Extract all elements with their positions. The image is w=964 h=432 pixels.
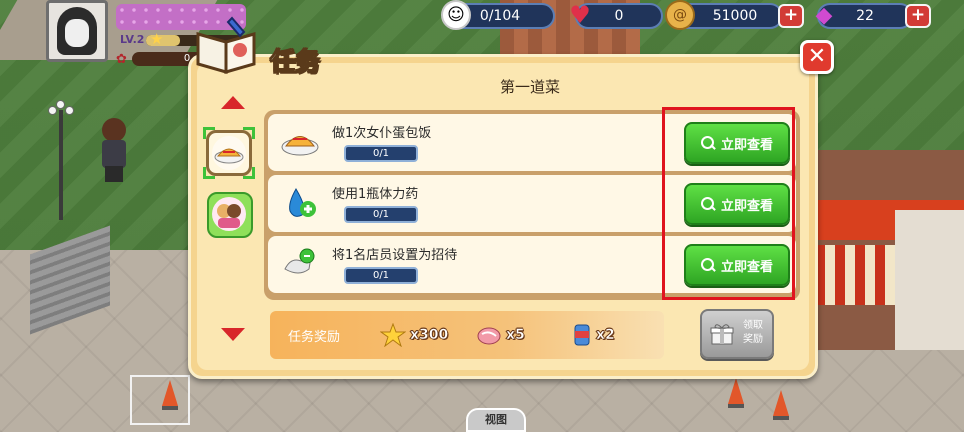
shop-building[interactable] xyxy=(815,150,964,350)
highlight-box xyxy=(662,107,795,300)
traffic-cone xyxy=(162,380,178,410)
category-tab-cooking[interactable] xyxy=(203,127,255,179)
reward-label: 任务奖励 xyxy=(288,330,341,345)
avatar[interactable] xyxy=(46,0,108,62)
task-progress: 0/1 xyxy=(344,145,418,162)
rose-icon: ✿ xyxy=(116,52,127,67)
star-icon xyxy=(380,323,406,347)
smiley-face-icon: ☺ xyxy=(441,0,471,30)
npc-character[interactable] xyxy=(96,118,130,182)
dialog-title: 任务 xyxy=(269,47,321,77)
meat-icon xyxy=(477,327,501,345)
gem-icon: ◆ xyxy=(815,2,833,28)
view-map-button[interactable]: 视图 xyxy=(466,408,526,432)
coin-icon: @ xyxy=(665,0,695,30)
heart-icon: ♥ xyxy=(569,1,591,29)
omelette-rice-icon xyxy=(212,136,246,170)
star-icon: ★ xyxy=(150,30,164,48)
task-label: 将1名店员设置为招待 xyxy=(332,248,458,263)
parking-mark xyxy=(130,375,190,425)
reward-item: x300 xyxy=(380,323,449,347)
staff-assign-icon xyxy=(280,245,320,283)
claim-reward-button[interactable]: 领取 奖励 xyxy=(700,309,774,359)
task-progress: 0/1 xyxy=(344,206,418,223)
gift-icon xyxy=(710,324,734,345)
traffic-cone xyxy=(728,378,744,408)
add-gems-button[interactable]: + xyxy=(905,4,931,28)
task-label: 使用1瓶体力药 xyxy=(332,187,419,202)
player-level: LV.2 xyxy=(120,33,145,46)
reward-item: x5 xyxy=(476,323,525,347)
scroll-up-arrow-icon[interactable] xyxy=(221,96,245,109)
scroll-down-arrow-icon[interactable] xyxy=(221,328,245,341)
task-book-icon xyxy=(196,16,256,74)
reward-item: x2 xyxy=(572,323,615,347)
category-tab-staff[interactable] xyxy=(207,192,253,238)
staff-portrait-icon xyxy=(212,197,246,231)
task-progress: 0/1 xyxy=(344,267,418,284)
omelette-rice-icon xyxy=(280,123,320,161)
street-lamp xyxy=(48,100,74,220)
add-coins-button[interactable]: + xyxy=(778,4,804,28)
task-label: 做1次女仆蛋包饭 xyxy=(332,126,432,141)
traffic-cone xyxy=(773,390,789,420)
can-icon xyxy=(574,324,590,346)
stamina-potion-icon xyxy=(280,184,320,222)
reward-bar: 任务奖励 x300 x5 x2 xyxy=(270,311,664,359)
resource-bar: 0/104 ☺ 0 ♥ 51000 @ + 22 ◆ + xyxy=(425,0,964,34)
close-button[interactable]: ✕ xyxy=(800,40,834,74)
section-title: 第一道菜 xyxy=(499,78,560,96)
